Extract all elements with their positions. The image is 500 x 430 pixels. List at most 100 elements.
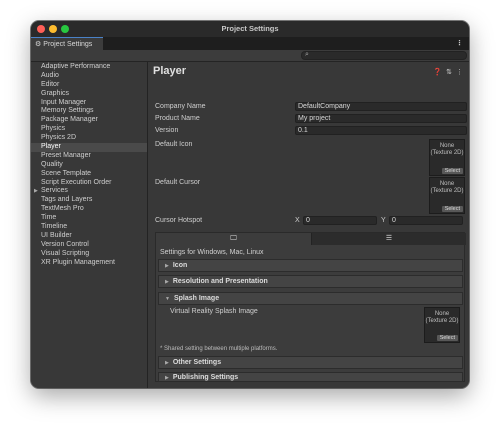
sidebar-item-ui-builder[interactable]: UI Builder bbox=[31, 232, 147, 241]
none-line: None bbox=[439, 181, 455, 187]
section-icon[interactable]: ▶ Icon bbox=[158, 259, 463, 272]
texture-type-line: (Texture 2D) bbox=[430, 150, 464, 156]
section-label: Splash Image bbox=[173, 295, 220, 302]
collapsed-arrow-icon: ▶ bbox=[165, 360, 169, 366]
select-button[interactable]: Select bbox=[441, 168, 463, 174]
sidebar-item-physics[interactable]: Physics bbox=[31, 125, 147, 134]
sidebar-item-label: Physics bbox=[41, 125, 66, 133]
none-line: None bbox=[439, 143, 455, 149]
sidebar-item-memory-settings[interactable]: Memory Settings bbox=[31, 107, 147, 116]
tab-project-settings[interactable]: ⚙ Project Settings bbox=[31, 37, 103, 50]
sidebar-item-package-manager[interactable]: Package Manager bbox=[31, 116, 147, 125]
sidebar-item-label: Services bbox=[41, 187, 68, 195]
hotspot-x-label: X bbox=[295, 217, 300, 224]
sidebar-item-label: Memory Settings bbox=[41, 107, 94, 115]
sidebar-item-editor[interactable]: Editor bbox=[31, 81, 147, 90]
product-name-label: Product Name bbox=[155, 115, 200, 122]
hotspot-x-field[interactable]: 0 bbox=[303, 216, 377, 225]
search-row: ⌕ bbox=[31, 50, 469, 62]
sidebar-item-scene-template[interactable]: Scene Template bbox=[31, 170, 147, 179]
section-label: Other Settings bbox=[172, 359, 222, 366]
sidebar-item-label: Preset Manager bbox=[41, 151, 91, 159]
none-line: None bbox=[434, 311, 450, 317]
tab-other-platform[interactable]: ☰ bbox=[311, 233, 466, 245]
sidebar-item-label: Visual Scripting bbox=[41, 249, 90, 257]
sidebar-item-timeline[interactable]: Timeline bbox=[31, 223, 147, 232]
sidebar: Adaptive Performance Audio Editor Graphi… bbox=[31, 62, 148, 388]
section-publishing-settings[interactable]: ▶ Publishing Settings bbox=[158, 372, 463, 382]
title-bar: Project Settings bbox=[31, 21, 469, 37]
collapsed-arrow-icon: ▶ bbox=[165, 375, 169, 381]
sidebar-item-audio[interactable]: Audio bbox=[31, 72, 147, 81]
sidebar-item-label: Scene Template bbox=[41, 169, 92, 177]
sidebar-item-xr-plugin-management[interactable]: XR Plugin Management bbox=[31, 259, 147, 268]
texture-type-line: (Texture 2D) bbox=[425, 318, 459, 324]
minimize-window-button[interactable] bbox=[49, 25, 57, 33]
sidebar-item-label: Player bbox=[41, 143, 61, 151]
sidebar-item-player[interactable]: Player bbox=[31, 143, 147, 152]
expanded-arrow-icon: ▼ bbox=[165, 296, 170, 302]
tab-standalone[interactable]: 🖵 bbox=[156, 233, 311, 245]
version-field[interactable]: 0.1 bbox=[295, 126, 467, 135]
section-label: Resolution and Presentation bbox=[172, 278, 268, 285]
default-icon-field[interactable]: None (Texture 2D) Select bbox=[429, 139, 465, 176]
player-settings-panel: Player ❓ ⇅ ⋮ Company Name DefaultCompany P… bbox=[149, 62, 469, 388]
tab-bar: ⚙ Project Settings ⋮ bbox=[31, 37, 469, 50]
preset-icon[interactable]: ⇅ bbox=[446, 69, 452, 76]
sidebar-item-label: Time bbox=[41, 214, 57, 222]
sidebar-item-quality[interactable]: Quality bbox=[31, 161, 147, 170]
section-other-settings[interactable]: ▶ Other Settings bbox=[158, 356, 463, 369]
close-window-button[interactable] bbox=[37, 25, 45, 33]
sidebar-item-preset-manager[interactable]: Preset Manager bbox=[31, 152, 147, 161]
help-icon[interactable]: ❓ bbox=[433, 69, 442, 76]
search-icon: ⌕ bbox=[305, 51, 309, 58]
page-title: Player bbox=[153, 65, 187, 77]
default-cursor-field[interactable]: None (Texture 2D) Select bbox=[429, 177, 465, 214]
section-splash-image[interactable]: ▼ Splash Image bbox=[158, 292, 463, 305]
more-options-icon[interactable]: ⋮ bbox=[456, 69, 463, 76]
sidebar-item-tags-and-layers[interactable]: Tags and Layers bbox=[31, 196, 147, 205]
sidebar-item-label: XR Plugin Management bbox=[41, 258, 115, 266]
sidebar-item-physics-2d[interactable]: Physics 2D bbox=[31, 134, 147, 143]
sidebar-item-adaptive-performance[interactable]: Adaptive Performance bbox=[31, 63, 147, 72]
version-label: Version bbox=[155, 127, 179, 134]
sidebar-item-label: Adaptive Performance bbox=[41, 63, 111, 70]
sidebar-item-services[interactable]: ▶ Services bbox=[31, 187, 147, 196]
default-cursor-label: Default Cursor bbox=[155, 179, 201, 186]
more-options-icon[interactable]: ⋮ bbox=[456, 37, 463, 50]
search-input[interactable]: ⌕ bbox=[301, 51, 467, 60]
sidebar-item-label: Audio bbox=[41, 71, 59, 79]
vr-splash-image-field[interactable]: None (Texture 2D) Select bbox=[424, 307, 460, 343]
collapsed-arrow-icon: ▶ bbox=[165, 263, 169, 269]
sidebar-item-graphics[interactable]: Graphics bbox=[31, 90, 147, 99]
sidebar-item-label: UI Builder bbox=[41, 231, 72, 239]
tab-label: Project Settings bbox=[43, 41, 93, 48]
select-button[interactable]: Select bbox=[441, 206, 463, 212]
hotspot-y-field[interactable]: 0 bbox=[389, 216, 463, 225]
expand-arrow-icon[interactable]: ▶ bbox=[34, 187, 38, 196]
sidebar-item-textmesh-pro[interactable]: TextMesh Pro bbox=[31, 205, 147, 214]
platform-settings-panel: 🖵 ☰ Settings for Windows, Mac, Linux ▶ Ic… bbox=[155, 232, 466, 382]
company-name-field[interactable]: DefaultCompany bbox=[295, 102, 467, 111]
header-icons: ❓ ⇅ ⋮ bbox=[429, 68, 463, 76]
sidebar-item-label: Package Manager bbox=[41, 116, 98, 124]
section-label: Icon bbox=[172, 262, 188, 269]
sidebar-item-script-execution-order[interactable]: Script Execution Order bbox=[31, 179, 147, 188]
sidebar-item-label: Script Execution Order bbox=[41, 178, 112, 186]
splash-image-body: Virtual Reality Splash Image None (Textu… bbox=[158, 305, 463, 345]
window-title: Project Settings bbox=[221, 24, 279, 33]
sidebar-item-time[interactable]: Time bbox=[31, 214, 147, 223]
sidebar-item-input-manager[interactable]: Input Manager bbox=[31, 99, 147, 108]
sidebar-item-visual-scripting[interactable]: Visual Scripting bbox=[31, 250, 147, 259]
product-name-field[interactable]: My project bbox=[295, 114, 467, 123]
select-button[interactable]: Select bbox=[436, 335, 458, 341]
cursor-hotspot-label: Cursor Hotspot bbox=[155, 217, 203, 224]
zoom-window-button[interactable] bbox=[61, 25, 69, 33]
sidebar-item-version-control[interactable]: Version Control bbox=[31, 241, 147, 250]
default-icon-label: Default Icon bbox=[155, 141, 193, 148]
sidebar-item-label: Version Control bbox=[41, 240, 89, 248]
sidebar-item-label: Tags and Layers bbox=[41, 196, 93, 204]
section-resolution-and-presentation[interactable]: ▶ Resolution and Presentation bbox=[158, 275, 463, 288]
sidebar-item-label: Editor bbox=[41, 80, 60, 88]
vr-splash-label: Virtual Reality Splash Image bbox=[170, 308, 258, 315]
